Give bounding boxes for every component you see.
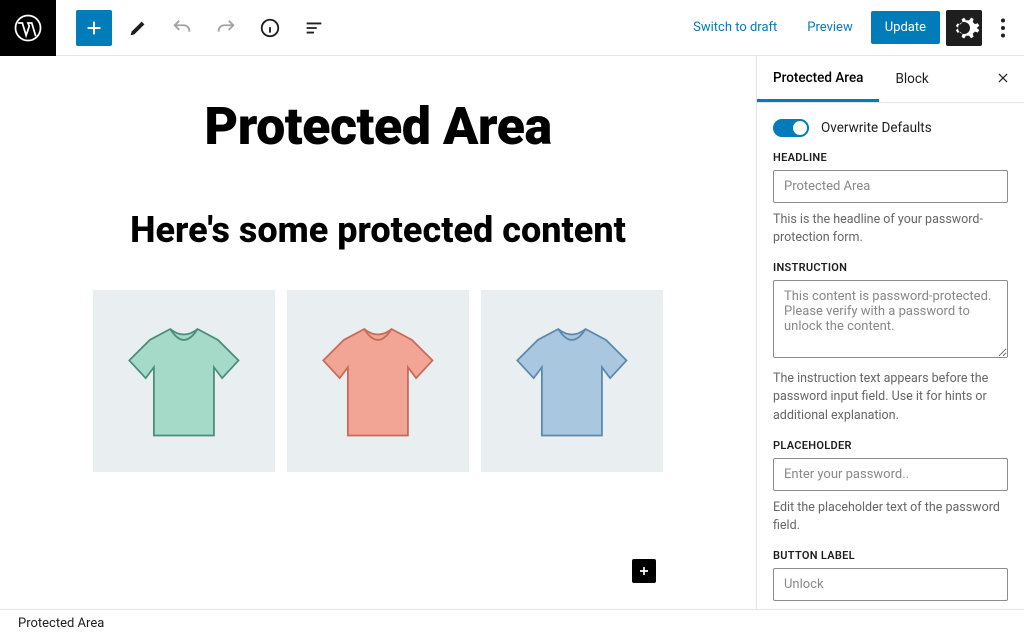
settings-button[interactable] — [946, 10, 982, 46]
editor-content: Protected Area Here's some protected con… — [8, 56, 748, 512]
breadcrumb[interactable]: Protected Area — [18, 616, 104, 631]
instruction-help: The instruction text appears before the … — [773, 370, 1008, 424]
wordpress-logo[interactable] — [0, 0, 56, 56]
gallery-item[interactable] — [287, 290, 469, 472]
list-icon — [303, 17, 325, 39]
toggle-knob — [793, 121, 807, 135]
placeholder-help: Edit the placeholder text of the passwor… — [773, 499, 1008, 535]
sidebar-panel[interactable]: Overwrite Defaults HEADLINE This is the … — [757, 103, 1024, 609]
tab-protected-area[interactable]: Protected Area — [757, 56, 879, 102]
instruction-field-group: INSTRUCTION The instruction text appears… — [773, 261, 1008, 424]
pencil-icon — [127, 17, 149, 39]
info-icon — [259, 17, 281, 39]
update-button[interactable]: Update — [871, 11, 940, 44]
gallery-item[interactable] — [93, 290, 275, 472]
tab-block[interactable]: Block — [879, 56, 944, 102]
footer-breadcrumb-bar: Protected Area — [0, 609, 1024, 637]
protected-content-heading[interactable]: Here's some protected content — [93, 207, 663, 254]
button-label-input[interactable] — [773, 568, 1008, 601]
instruction-label: INSTRUCTION — [773, 261, 1008, 274]
redo-button[interactable] — [208, 10, 244, 46]
preview-button[interactable]: Preview — [795, 12, 864, 43]
close-sidebar-button[interactable] — [982, 69, 1024, 90]
close-icon — [996, 71, 1010, 85]
tshirt-red-icon — [296, 299, 460, 463]
top-toolbar: Switch to draft Preview Update — [0, 0, 1024, 56]
headline-field-group: HEADLINE This is the headline of your pa… — [773, 151, 1008, 247]
more-options-button[interactable] — [988, 10, 1018, 46]
info-button[interactable] — [252, 10, 288, 46]
placeholder-field-group: PLACEHOLDER Edit the placeholder text of… — [773, 439, 1008, 535]
plus-icon — [636, 563, 652, 579]
headline-input[interactable] — [773, 170, 1008, 203]
wordpress-icon — [13, 13, 43, 43]
button-label-field-group: BUTTON LABEL Edit the text that appears … — [773, 549, 1008, 609]
image-gallery[interactable] — [93, 290, 663, 472]
gear-icon — [946, 10, 982, 46]
tshirt-blue-icon — [490, 299, 654, 463]
tshirt-green-icon — [102, 299, 266, 463]
settings-sidebar: Protected Area Block Overwrite Defaults … — [756, 56, 1024, 609]
undo-icon — [171, 17, 193, 39]
headline-help: This is the headline of your password-pr… — [773, 211, 1008, 247]
kebab-icon — [988, 13, 1018, 43]
switch-to-draft-button[interactable]: Switch to draft — [681, 12, 789, 43]
edit-mode-button[interactable] — [120, 10, 156, 46]
page-title[interactable]: Protected Area — [93, 96, 663, 157]
placeholder-input[interactable] — [773, 458, 1008, 491]
undo-button[interactable] — [164, 10, 200, 46]
inline-add-block-button[interactable] — [632, 559, 656, 583]
instruction-textarea[interactable] — [773, 280, 1008, 358]
button-label-label: BUTTON LABEL — [773, 549, 1008, 562]
headline-label: HEADLINE — [773, 151, 1008, 164]
overwrite-defaults-label: Overwrite Defaults — [821, 120, 932, 136]
overwrite-defaults-toggle[interactable] — [773, 119, 809, 137]
placeholder-label: PLACEHOLDER — [773, 439, 1008, 452]
list-view-button[interactable] — [296, 10, 332, 46]
toolbar-right: Switch to draft Preview Update — [681, 10, 1024, 46]
toolbar-left — [0, 0, 332, 55]
gallery-item[interactable] — [481, 290, 663, 472]
redo-icon — [215, 17, 237, 39]
overwrite-defaults-row: Overwrite Defaults — [773, 119, 1008, 137]
plus-icon — [83, 17, 105, 39]
sidebar-tabs: Protected Area Block — [757, 56, 1024, 103]
editor-canvas[interactable]: Protected Area Here's some protected con… — [0, 56, 756, 609]
body-area: Protected Area Here's some protected con… — [0, 56, 1024, 609]
add-block-button[interactable] — [76, 10, 112, 46]
